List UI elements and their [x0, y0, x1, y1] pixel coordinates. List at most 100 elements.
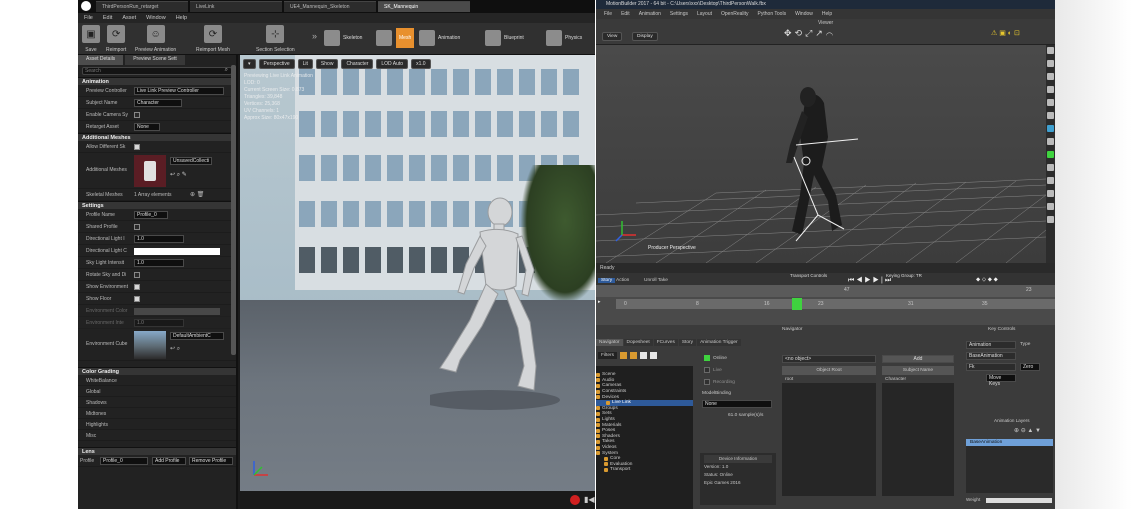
tab-navigator[interactable]: Navigator — [596, 339, 623, 346]
move-keys-button[interactable]: Move Keys — [986, 374, 1016, 387]
recording-checkbox[interactable] — [704, 379, 710, 385]
mb-action-select[interactable]: Action — [616, 278, 629, 283]
remove-profile-button[interactable]: Remove Profile — [189, 457, 233, 465]
mb-timeline[interactable]: ▸ 0 8 16 23 31 47 35 23 — [596, 285, 1055, 325]
color-grading-item[interactable]: Midtones — [78, 408, 236, 419]
mb-menu-file[interactable]: File — [604, 11, 612, 17]
mb-tool-icon[interactable] — [1047, 47, 1054, 54]
ue-menu-file[interactable]: File — [84, 15, 93, 21]
live-checkbox[interactable] — [704, 367, 710, 373]
tab-preview-scene-settings[interactable]: Preview Scene Sett — [125, 55, 185, 65]
mb-display-button[interactable]: Display — [632, 32, 658, 41]
subject-name-field[interactable]: Character — [134, 99, 182, 107]
mode-mesh-button[interactable] — [373, 28, 395, 48]
mb-timeline-track[interactable] — [616, 299, 1055, 309]
mb-menu-python-tools[interactable]: Python Tools — [758, 11, 787, 17]
mb-key-icons[interactable]: ⬥ ⬦ ⬥ ⬥ — [976, 277, 998, 284]
section-additional-meshes[interactable]: Additional Meshes — [78, 133, 236, 141]
ue-viewport[interactable]: ▾ Perspective Lit Show Character LOD Aut… — [240, 55, 595, 509]
rotate-sky-checkbox[interactable] — [134, 272, 140, 278]
delete-icon[interactable] — [650, 352, 658, 359]
mb-tool-icon[interactable] — [1047, 151, 1054, 158]
ue-menu-asset[interactable]: Asset — [122, 15, 136, 21]
mb-tool-icon[interactable] — [1047, 203, 1054, 210]
environment-cube-browse-icon[interactable]: ↩ ⌕ — [170, 345, 180, 353]
section-lens[interactable]: Lens — [78, 447, 236, 455]
preview-controller-select[interactable]: Live Link Preview Controller — [134, 87, 224, 95]
online-checkbox[interactable] — [704, 355, 710, 361]
environment-intensity-field[interactable]: 1.0 — [134, 319, 184, 327]
mb-tool-icon[interactable] — [1047, 86, 1054, 93]
retarget-asset-select[interactable]: None — [134, 123, 160, 131]
mb-tool-icon[interactable] — [1047, 138, 1054, 145]
mb-tool-icon[interactable] — [1047, 190, 1054, 197]
environment-color-swatch[interactable] — [134, 308, 220, 315]
step-back-icon[interactable]: ▮◀ — [584, 495, 595, 504]
color-grading-item[interactable]: Misc — [78, 430, 236, 441]
profile-name-field[interactable]: Profile_0 — [134, 211, 168, 219]
mb-filters-button[interactable]: Filters — [598, 352, 618, 359]
mb-tool-icon[interactable] — [1047, 125, 1054, 132]
section-animation[interactable]: Animation — [78, 77, 236, 85]
mb-view-button[interactable]: View — [602, 32, 623, 41]
mode-physics-button[interactable]: Physics — [543, 28, 585, 48]
tree-item[interactable]: Transport — [596, 467, 693, 473]
mb-timeline-cursor[interactable] — [792, 298, 802, 310]
mb-menu-openreality[interactable]: OpenReality — [721, 11, 749, 17]
show-button[interactable]: Show — [315, 59, 339, 69]
mannequin-character[interactable] — [430, 190, 580, 410]
reimport-mesh-button[interactable]: ⟳ Reimport Mesh — [196, 25, 230, 53]
section-settings[interactable]: Settings — [78, 201, 236, 209]
mb-menu-layout[interactable]: Layout — [697, 11, 712, 17]
subject-name-item[interactable]: Character — [882, 376, 954, 383]
ue-tab-2[interactable]: LiveLink — [190, 1, 282, 12]
ue-menu-edit[interactable]: Edit — [103, 15, 112, 21]
show-floor-checkbox[interactable] — [134, 296, 140, 302]
ue-tab-3[interactable]: UE4_Mannequin_Skeleton — [284, 1, 376, 12]
mb-tool-icon[interactable] — [1047, 216, 1054, 223]
viewport-options-button[interactable]: ▾ — [243, 59, 256, 69]
ue-menu-window[interactable]: Window — [146, 15, 166, 21]
tab-fcurves[interactable]: FCurves — [653, 339, 678, 346]
record-icon[interactable] — [570, 495, 580, 505]
mb-tool-icon[interactable] — [1047, 73, 1054, 80]
lit-button[interactable]: Lit — [297, 59, 313, 69]
mb-tool-icon[interactable] — [1047, 60, 1054, 67]
base-animation-select[interactable]: BaseAnimation — [966, 352, 1016, 360]
show-environment-checkbox[interactable] — [134, 284, 140, 290]
mb-story-button[interactable]: Story — [598, 278, 616, 283]
key-mode-select[interactable]: Fk — [966, 363, 1016, 371]
tab-story[interactable]: Story — [678, 339, 697, 346]
mb-manipulator-icons[interactable]: ✥⟲⤢↗⌒ — [784, 28, 836, 39]
tab-animation-trigger[interactable]: Animation Trigger — [697, 339, 741, 346]
key-animation-select[interactable]: Animation — [966, 341, 1016, 349]
perspective-button[interactable]: Perspective — [258, 59, 295, 69]
new-icon[interactable] — [640, 352, 648, 359]
mode-animation-button[interactable]: Animation — [416, 28, 463, 48]
mb-tool-icon[interactable] — [1047, 112, 1054, 119]
section-color-grading[interactable]: Color Grading — [78, 367, 236, 375]
base-animation-layer[interactable]: BaseAnimation — [966, 439, 1053, 446]
color-grading-item[interactable]: Global — [78, 386, 236, 397]
details-search-input[interactable]: Search ⌕ — [82, 67, 232, 75]
mode-skeleton-button[interactable]: Skeleton — [321, 28, 365, 48]
layer-tools-icon[interactable]: ⊕ ⊖ ▲ ▼ — [1014, 427, 1041, 434]
save-button[interactable]: ▣ Save — [82, 25, 100, 53]
mb-tool-icon[interactable] — [1047, 164, 1054, 171]
details-scrollbar[interactable] — [231, 65, 236, 355]
weight-slider[interactable] — [986, 498, 1052, 503]
mode-blueprint-button[interactable]: Blueprint — [482, 28, 527, 48]
mesh-thumbnail[interactable] — [134, 155, 166, 187]
allow-different-checkbox[interactable] — [134, 144, 140, 150]
lod-auto-button[interactable]: LOD Auto — [376, 59, 409, 69]
color-grading-item[interactable]: WhiteBalance — [78, 375, 236, 386]
browse-icon[interactable]: ↩ ⌕ ✎ — [170, 171, 187, 179]
tab-dopesheet[interactable]: Dopesheet — [623, 339, 653, 346]
environment-cube-thumbnail[interactable] — [134, 331, 166, 359]
reimport-button[interactable]: ⟳ Reimport — [106, 25, 126, 53]
tab-asset-details[interactable]: Asset Details — [78, 55, 124, 65]
mb-play-controls-icon[interactable]: ⏮◀▶▶|⏭ — [848, 277, 893, 285]
ue-tab-1[interactable]: ThirdPersonRun_retarget — [96, 1, 188, 12]
object-root-item[interactable]: root — [782, 376, 876, 383]
enable-camera-checkbox[interactable] — [134, 112, 140, 118]
